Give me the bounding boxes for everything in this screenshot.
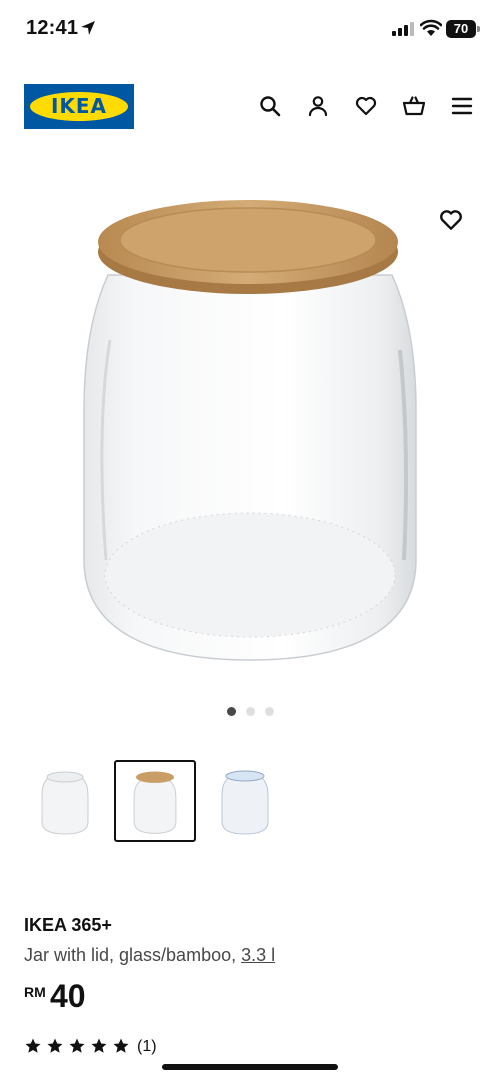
signal-icon xyxy=(392,22,414,36)
pager-dot[interactable] xyxy=(226,707,236,716)
battery-tip xyxy=(477,26,480,32)
status-time: 12:41 xyxy=(26,17,79,39)
logo-text: IKEA xyxy=(50,94,108,118)
price-currency: RM xyxy=(24,984,46,1000)
wishlist-icon[interactable] xyxy=(354,94,378,118)
search-icon[interactable] xyxy=(258,94,282,118)
star-icon xyxy=(91,1038,107,1053)
product-image[interactable] xyxy=(70,180,430,680)
thumbnail-jar-front[interactable] xyxy=(24,760,106,842)
profile-icon[interactable] xyxy=(306,94,330,118)
thumbnail-image xyxy=(133,771,177,834)
pager-dot[interactable] xyxy=(264,707,274,716)
pager-dot[interactable] xyxy=(245,707,255,716)
star-icon xyxy=(25,1038,41,1053)
battery-level: 70 xyxy=(446,20,476,38)
site-header: IKEA xyxy=(0,80,500,132)
star-icon xyxy=(69,1038,85,1053)
wifi-icon xyxy=(420,19,442,36)
add-to-wishlist-icon[interactable] xyxy=(438,207,464,233)
ikea-logo[interactable]: IKEA xyxy=(24,84,134,129)
thumbnail-jar-bamboo-lid[interactable] xyxy=(114,760,196,842)
star-icon xyxy=(113,1038,129,1053)
product-page: 12:41 70 IKEA IKEA 365+ Jar with lid, gl… xyxy=(0,0,500,1080)
product-description-text: Jar with lid, glass/bamboo, xyxy=(24,945,242,965)
star-icon xyxy=(47,1038,63,1053)
battery-indicator: 70 xyxy=(446,20,480,38)
image-pager xyxy=(0,707,500,719)
product-rating[interactable]: (1) xyxy=(24,1037,224,1059)
price-amount: 40 xyxy=(50,978,86,1014)
basket-icon[interactable] xyxy=(402,94,426,118)
thumbnail-strip xyxy=(24,760,284,846)
product-name: IKEA 365+ xyxy=(24,915,112,935)
menu-icon[interactable] xyxy=(450,94,474,118)
status-bar: 12:41 70 xyxy=(0,0,500,60)
rating-count: (1) xyxy=(137,1038,157,1055)
thumbnail-jar-plastic-lid[interactable] xyxy=(204,760,286,842)
product-description: Jar with lid, glass/bamboo, 3.3 l xyxy=(24,945,275,966)
location-arrow-icon xyxy=(81,21,95,35)
home-indicator[interactable] xyxy=(162,1064,338,1070)
product-volume-link[interactable]: 3.3 l xyxy=(241,945,275,965)
